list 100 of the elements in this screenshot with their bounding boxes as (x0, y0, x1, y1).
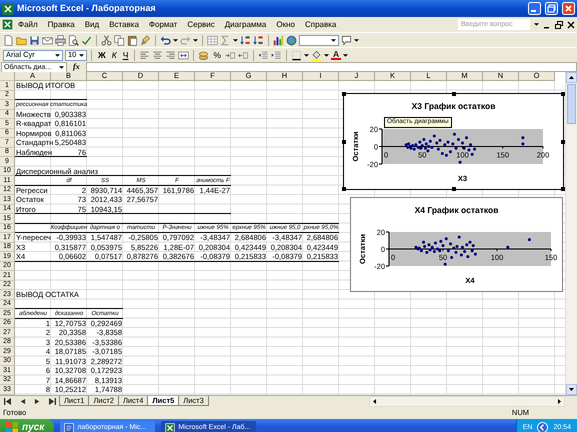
folder-icon[interactable] (16, 34, 27, 46)
first-sheet-icon[interactable] (4, 398, 11, 404)
merge-cells-icon[interactable] (178, 50, 190, 60)
windows-flag-icon (6, 422, 18, 432)
selection-handle[interactable] (342, 187, 346, 191)
data-point (444, 237, 448, 240)
menu-item[interactable]: Файл (13, 20, 43, 28)
italic-button[interactable]: К (110, 50, 119, 60)
brush-icon[interactable] (140, 34, 151, 46)
menu-item[interactable]: Правка (42, 20, 80, 28)
scroll-down-icon[interactable] (566, 384, 577, 394)
data-point (444, 262, 447, 266)
caret-icon[interactable] (331, 38, 336, 42)
window-title: Microsoft Excel - Лабораторная (17, 4, 156, 13)
workbook-icon[interactable] (2, 19, 13, 30)
data-point (466, 255, 470, 258)
bar-chart-icon[interactable] (273, 34, 284, 46)
data-point (450, 256, 454, 259)
menu-item[interactable]: Вставка (104, 20, 144, 28)
caret-icon[interactable] (354, 38, 359, 42)
data-point (452, 132, 456, 136)
coins-icon[interactable] (198, 50, 210, 60)
restore-icon[interactable] (555, 20, 563, 28)
y-axis (378, 128, 382, 164)
caret-icon[interactable] (79, 54, 84, 56)
copy-icon[interactable] (114, 34, 125, 46)
caret-icon[interactable] (324, 54, 329, 56)
bold-button[interactable]: Ж (96, 50, 108, 60)
caret-icon[interactable] (534, 23, 539, 26)
caret-icon[interactable] (343, 54, 348, 56)
excel-logo-icon (2, 2, 14, 14)
start-button[interactable]: пуск (0, 418, 54, 432)
table-grid-icon[interactable] (207, 34, 218, 46)
data-point (458, 236, 461, 239)
font-color-button[interactable]: A (330, 50, 342, 60)
selection-handle[interactable] (561, 140, 565, 144)
data-point (432, 134, 436, 138)
page-icon[interactable] (3, 34, 14, 46)
increase-decimal-icon[interactable] (224, 50, 236, 60)
data-point (528, 238, 531, 242)
menu-item[interactable]: Вид (80, 20, 104, 28)
scroll-thumb[interactable] (567, 84, 576, 124)
caret-icon[interactable] (55, 54, 60, 56)
restore-button[interactable] (545, 2, 558, 15)
close-button[interactable] (562, 2, 575, 15)
globe-icon[interactable] (286, 34, 297, 46)
tray-icon[interactable] (537, 422, 548, 432)
menu-item[interactable]: Окно (271, 20, 300, 28)
speech-bubble-icon[interactable] (341, 34, 352, 46)
formula-field[interactable] (86, 62, 577, 72)
data-point (465, 136, 468, 140)
selection-handle[interactable] (342, 140, 346, 144)
zoom-field[interactable] (299, 34, 339, 46)
selection-handle[interactable] (452, 92, 456, 96)
sort-descending-icon[interactable] (253, 34, 264, 46)
menu-item[interactable]: Сервис (182, 20, 220, 28)
check-mark-icon[interactable] (81, 34, 92, 46)
caret-icon[interactable] (59, 66, 64, 68)
minimize-button[interactable] (528, 2, 541, 15)
selection-handle[interactable] (342, 92, 346, 96)
page-magnifier-icon[interactable] (68, 34, 79, 46)
outdent-icon[interactable] (258, 50, 269, 60)
selection-handle[interactable] (452, 187, 456, 191)
selection-handle[interactable] (561, 92, 565, 96)
decrease-decimal-icon[interactable] (238, 50, 249, 60)
align-left-icon[interactable] (139, 50, 150, 60)
spreadsheet-icon (165, 422, 176, 432)
align-right-icon[interactable] (165, 50, 176, 60)
clipboard-icon[interactable] (127, 34, 138, 46)
data-point (521, 142, 524, 146)
next-sheet-icon[interactable] (34, 398, 41, 404)
caret-icon[interactable] (173, 38, 178, 42)
caret-icon[interactable] (304, 54, 309, 56)
menu-item[interactable]: Справка (300, 20, 342, 28)
chart-title: X3 График остатков (412, 101, 496, 111)
percent-button[interactable]: % (211, 50, 223, 60)
document-icon (64, 422, 74, 432)
indent-icon[interactable] (270, 50, 282, 60)
underline-button[interactable]: Ч (120, 50, 130, 60)
printer-icon[interactable] (55, 34, 66, 46)
close-icon[interactable] (567, 20, 575, 28)
scroll-up-icon[interactable] (566, 72, 577, 83)
paint-bucket-icon[interactable] (310, 50, 322, 60)
menu-item[interactable]: Диаграмма (220, 20, 272, 28)
caret-icon[interactable] (233, 38, 238, 42)
data-point (446, 249, 450, 252)
menu-item[interactable]: Формат (144, 20, 182, 28)
selection-handle[interactable] (561, 187, 565, 191)
y-axis (386, 232, 390, 266)
insert-function-button[interactable]: fx (71, 63, 82, 71)
scissors-icon[interactable] (101, 34, 112, 46)
data-point (521, 136, 524, 140)
last-sheet-icon[interactable] (49, 398, 56, 404)
align-center-icon[interactable] (152, 50, 164, 60)
sort-ascending-icon[interactable] (240, 34, 251, 46)
undo-arrow-icon[interactable] (160, 34, 171, 46)
caret-icon[interactable] (193, 38, 198, 42)
previous-sheet-icon[interactable] (19, 398, 26, 404)
envelope-icon[interactable] (42, 34, 53, 46)
borders-icon[interactable] (290, 50, 302, 60)
